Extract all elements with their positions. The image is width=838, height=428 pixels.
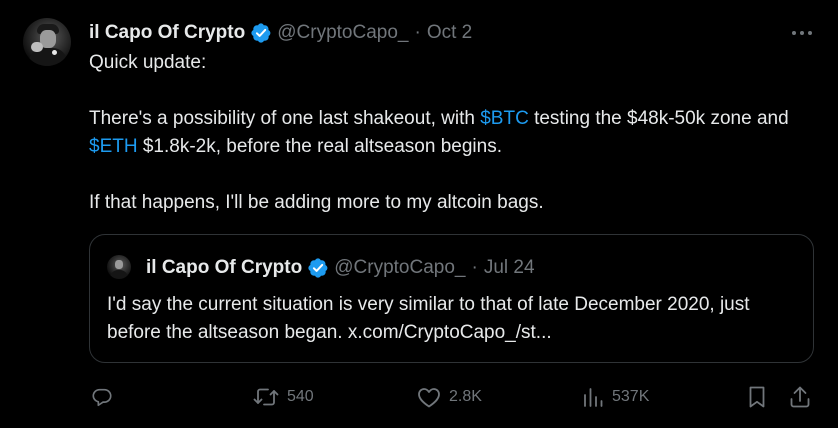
tweet-date[interactable]: Oct 2 [427,22,472,44]
separator-dot: · [414,22,421,43]
avatar-flower [52,50,57,55]
author-handle[interactable]: @CryptoCapo_ [277,22,408,44]
reply-icon [91,386,113,408]
quoted-author-handle: @CryptoCapo_ [334,257,466,278]
author-name[interactable]: il Capo Of Crypto [89,22,245,44]
tweet-paragraph-2: There's a possibility of one last shakeo… [89,105,819,161]
cashtag-btc-link[interactable]: $BTC [480,108,529,129]
action-bar: 540 2.8K 537K [89,383,819,411]
bookmark-button[interactable] [747,383,767,411]
avatar-hand [31,42,43,52]
views-count: 537K [612,388,650,405]
avatar[interactable] [23,18,71,66]
views-icon [582,386,604,408]
like-button[interactable]: 2.8K [417,383,482,411]
tweet-line-1: Quick update: [89,52,207,73]
bookmark-icon [747,385,767,409]
tweet[interactable]: il Capo Of Crypto @CryptoCapo_ · Oct 2 Q… [0,0,838,428]
tweet-text: Quick update: There's a possibility of o… [89,49,819,217]
share-button[interactable] [789,383,811,411]
tweet-text-segment: $1.8k-2k, before the real altseason begi… [137,136,502,157]
tweet-text-segment: There's a possibility of one last shakeo… [89,108,481,129]
more-options-icon[interactable] [789,22,815,44]
verified-badge-icon [307,257,329,279]
separator-dot: · [471,257,478,278]
verified-badge-icon[interactable] [250,22,272,44]
reply-button[interactable] [91,383,121,411]
quoted-author-name: il Capo Of Crypto [146,257,303,278]
retweet-count: 540 [287,388,314,405]
retweet-icon [253,386,279,408]
tweet-paragraph-3: If that happens, I'll be adding more to … [89,192,544,213]
quoted-tweet-date: Jul 24 [483,257,535,278]
quoted-tweet-card[interactable]: il Capo Of Crypto @CryptoCapo_ · Jul 24 … [89,234,814,363]
avatar-suit [110,270,128,279]
cashtag-eth-link[interactable]: $ETH [89,136,138,157]
quoted-tweet-text: I'd say the current situation is very si… [107,291,797,347]
retweet-button[interactable]: 540 [253,383,314,411]
quoted-avatar [107,255,131,279]
like-count: 2.8K [449,388,482,405]
views-button[interactable]: 537K [582,383,649,411]
tweet-header: il Capo Of Crypto @CryptoCapo_ · Oct 2 [89,19,472,47]
share-icon [789,385,811,409]
tweet-text-segment: testing the $48k-50k zone and [528,108,789,129]
avatar-face [115,260,123,269]
heart-icon [417,386,441,408]
quoted-tweet-header: il Capo Of Crypto @CryptoCapo_ · Jul 24 [146,255,535,281]
quoted-tweet-body: I'd say the current situation is very si… [107,294,750,343]
